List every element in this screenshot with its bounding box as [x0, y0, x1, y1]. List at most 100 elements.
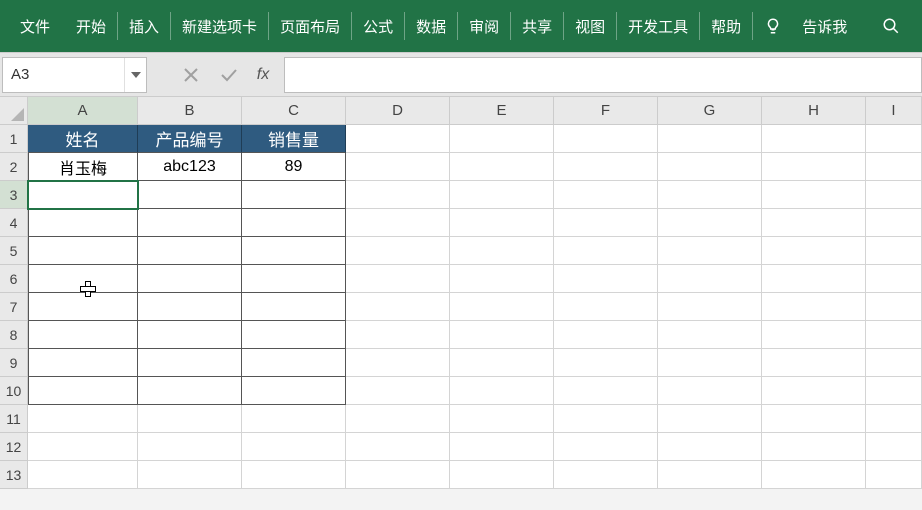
cell-A6[interactable] [28, 265, 138, 293]
cell-I11[interactable] [866, 405, 922, 433]
cell-C1[interactable]: 销售量 [242, 125, 346, 153]
cell-E11[interactable] [450, 405, 554, 433]
cell-G1[interactable] [658, 125, 762, 153]
tab-share[interactable]: 共享 [512, 0, 562, 52]
col-header-a[interactable]: A [28, 97, 138, 125]
cell-C7[interactable] [242, 293, 346, 321]
row-header[interactable]: 7 [0, 293, 28, 321]
cell-G2[interactable] [658, 153, 762, 181]
tab-review[interactable]: 审阅 [459, 0, 509, 52]
col-header-i[interactable]: I [866, 97, 922, 125]
cell-E7[interactable] [450, 293, 554, 321]
cell-E6[interactable] [450, 265, 554, 293]
cell-I10[interactable] [866, 377, 922, 405]
cell-A10[interactable] [28, 377, 138, 405]
cell-C2[interactable]: 89 [242, 153, 346, 181]
col-header-h[interactable]: H [762, 97, 866, 125]
cell-G7[interactable] [658, 293, 762, 321]
cell-E3[interactable] [450, 181, 554, 209]
cell-H4[interactable] [762, 209, 866, 237]
cell-B8[interactable] [138, 321, 242, 349]
cell-E5[interactable] [450, 237, 554, 265]
cell-I13[interactable] [866, 461, 922, 489]
cell-F4[interactable] [554, 209, 658, 237]
cell-E10[interactable] [450, 377, 554, 405]
cell-A5[interactable] [28, 237, 138, 265]
cell-C3[interactable] [242, 181, 346, 209]
cell-G8[interactable] [658, 321, 762, 349]
cell-A12[interactable] [28, 433, 138, 461]
enter-button[interactable] [210, 57, 248, 93]
cell-D3[interactable] [346, 181, 450, 209]
cell-H1[interactable] [762, 125, 866, 153]
row-header[interactable]: 2 [0, 153, 28, 181]
cell-I6[interactable] [866, 265, 922, 293]
cancel-button[interactable] [172, 57, 210, 93]
cell-F12[interactable] [554, 433, 658, 461]
cell-A1[interactable]: 姓名 [28, 125, 138, 153]
cell-D6[interactable] [346, 265, 450, 293]
cell-F6[interactable] [554, 265, 658, 293]
cell-F9[interactable] [554, 349, 658, 377]
cell-F1[interactable] [554, 125, 658, 153]
cell-E2[interactable] [450, 153, 554, 181]
cell-C6[interactable] [242, 265, 346, 293]
cell-B5[interactable] [138, 237, 242, 265]
lightbulb-icon[interactable] [754, 0, 792, 52]
cell-C4[interactable] [242, 209, 346, 237]
row-header[interactable]: 13 [0, 461, 28, 489]
cell-B6[interactable] [138, 265, 242, 293]
cell-C12[interactable] [242, 433, 346, 461]
cell-H3[interactable] [762, 181, 866, 209]
cell-A2[interactable]: 肖玉梅 [28, 153, 138, 181]
cell-B12[interactable] [138, 433, 242, 461]
cell-D9[interactable] [346, 349, 450, 377]
cell-H5[interactable] [762, 237, 866, 265]
cell-I7[interactable] [866, 293, 922, 321]
row-header[interactable]: 3 [0, 181, 28, 209]
cell-I3[interactable] [866, 181, 922, 209]
cell-D12[interactable] [346, 433, 450, 461]
cell-A13[interactable] [28, 461, 138, 489]
cell-D2[interactable] [346, 153, 450, 181]
cell-A7[interactable] [28, 293, 138, 321]
cell-E13[interactable] [450, 461, 554, 489]
cell-B10[interactable] [138, 377, 242, 405]
cell-G10[interactable] [658, 377, 762, 405]
cell-A3[interactable] [28, 181, 138, 209]
fx-label[interactable]: fx [248, 66, 278, 84]
cell-F7[interactable] [554, 293, 658, 321]
cell-I4[interactable] [866, 209, 922, 237]
cell-F11[interactable] [554, 405, 658, 433]
tab-data[interactable]: 数据 [406, 0, 456, 52]
cell-A4[interactable] [28, 209, 138, 237]
row-header[interactable]: 11 [0, 405, 28, 433]
file-tab[interactable]: 文件 [4, 0, 66, 52]
col-header-g[interactable]: G [658, 97, 762, 125]
cell-B13[interactable] [138, 461, 242, 489]
row-header[interactable]: 1 [0, 125, 28, 153]
tab-view[interactable]: 视图 [565, 0, 615, 52]
tell-me[interactable]: 告诉我 [792, 0, 857, 52]
cell-C11[interactable] [242, 405, 346, 433]
cell-B11[interactable] [138, 405, 242, 433]
cell-G3[interactable] [658, 181, 762, 209]
select-all-corner[interactable] [0, 97, 28, 125]
cell-E8[interactable] [450, 321, 554, 349]
cell-H10[interactable] [762, 377, 866, 405]
cell-A9[interactable] [28, 349, 138, 377]
tab-insert[interactable]: 插入 [119, 0, 169, 52]
cell-E12[interactable] [450, 433, 554, 461]
tab-developer[interactable]: 开发工具 [618, 0, 698, 52]
cell-F8[interactable] [554, 321, 658, 349]
name-box-dropdown[interactable] [124, 58, 146, 92]
row-header[interactable]: 4 [0, 209, 28, 237]
tab-home[interactable]: 开始 [66, 0, 116, 52]
cell-H9[interactable] [762, 349, 866, 377]
cell-G11[interactable] [658, 405, 762, 433]
cell-C9[interactable] [242, 349, 346, 377]
cell-H8[interactable] [762, 321, 866, 349]
cell-I9[interactable] [866, 349, 922, 377]
cell-D1[interactable] [346, 125, 450, 153]
cell-H11[interactable] [762, 405, 866, 433]
